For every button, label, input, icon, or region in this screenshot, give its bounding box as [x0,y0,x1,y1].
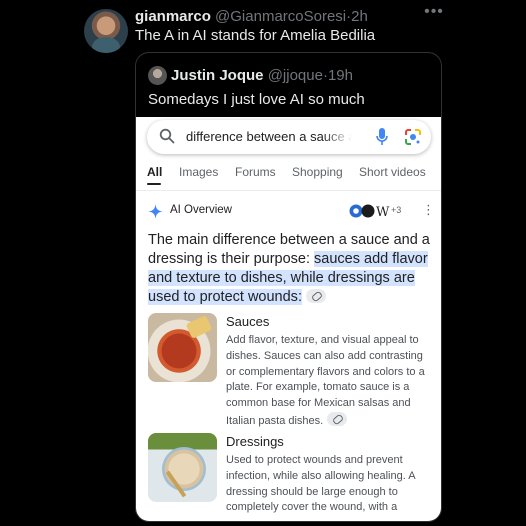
author-name[interactable]: gianmarco [135,8,211,25]
quote-header: Justin Joque @jjoque·19h [171,67,353,84]
mic-icon [376,128,388,145]
search-icon [159,128,175,144]
quote-time: 19h [327,67,353,84]
tab-forums: Forums [235,165,276,179]
attached-screenshot[interactable]: difference between a sauce and a dressin… [136,117,441,521]
tabs-divider [136,190,441,191]
search-tabs: All Images Forums Shopping Short videos [136,165,441,187]
tweet-header: gianmarco @GianmarcoSoresi·2h [135,8,368,25]
quote-author-handle: @jjoque [267,67,323,84]
active-tab-indicator [147,183,161,185]
quote-author-avatar [148,66,167,85]
tweet-time[interactable]: 2h [351,8,368,25]
link-icon [327,411,348,426]
quote-tweet-card[interactable]: Justin Joque @jjoque·19h Somedays I just… [135,52,442,522]
quote-author-name: Justin Joque [171,67,264,84]
author-avatar[interactable] [84,9,128,53]
ai-overview-summary: The main difference between a sauce and … [148,231,433,307]
more-vertical-icon: ⋮ [422,202,435,217]
ai-overview-label: AI Overview [170,204,232,216]
item-title-sauces: Sauces [226,314,270,329]
item-body-sauces: Add flavor, texture, and visual appeal t… [226,333,432,430]
dressing-image [148,433,217,502]
tweet-text: The A in AI stands for Amelia Bedilia [135,27,376,44]
search-query: difference between a sauce and a dressin… [186,129,352,144]
summary-end: : [297,289,302,305]
sauce-image [148,313,217,382]
tab-all: All [147,165,163,179]
search-bar: difference between a sauce and a dressin… [147,120,431,154]
svg-text:W: W [376,205,390,219]
item-title-dressings: Dressings [226,434,284,449]
tab-images: Images [179,165,219,179]
ai-overview-header: AI Overview W +3 ⋮ [148,203,435,221]
author-handle[interactable]: @GianmarcoSoresi [215,8,346,25]
tab-shopping: Shopping [292,165,343,179]
more-sources-count: +3 [391,205,402,215]
sparkle-icon [148,204,163,219]
tab-short-videos: Short videos [359,165,426,179]
item-body-dressings: Used to protect wounds and prevent infec… [226,454,415,514]
more-horizontal-icon[interactable]: ••• [424,3,444,23]
item-body-sauces-text: Add flavor, texture, and visual appeal t… [226,334,425,427]
lens-icon [405,129,421,145]
link-icon [305,289,326,303]
quote-text: Somedays I just love AI so much [148,91,365,108]
